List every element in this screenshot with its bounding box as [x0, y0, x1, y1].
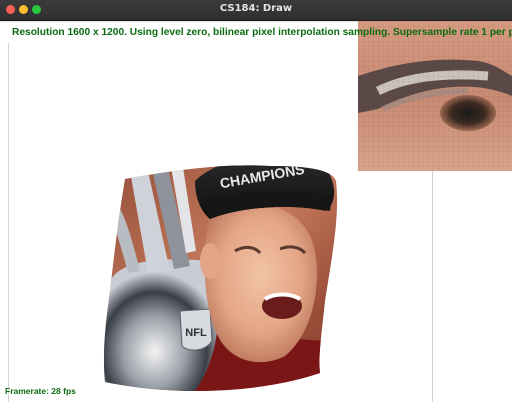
framerate-label: Framerate: 28 fps [5, 386, 76, 396]
zoom-inset-svg [358, 21, 512, 171]
app-window: CS184: Draw NFL CHAMPIONS Resolution 160… [0, 0, 512, 402]
zoom-inset [358, 21, 512, 171]
photo-svg: NFL CHAMPIONS [103, 165, 338, 392]
window-title: CS184: Draw [219, 3, 293, 14]
texture-mapped-photo: NFL CHAMPIONS [100, 141, 340, 396]
title-bar[interactable]: CS184: Draw [0, 0, 512, 21]
canvas-left-border [8, 43, 9, 402]
status-info: Resolution 1600 x 1200. Using level zero… [12, 27, 512, 38]
trophy-logo-text: NFL [185, 327, 207, 339]
draw-canvas[interactable]: NFL CHAMPIONS Resolution 1600 x 1200. Us… [0, 21, 512, 402]
